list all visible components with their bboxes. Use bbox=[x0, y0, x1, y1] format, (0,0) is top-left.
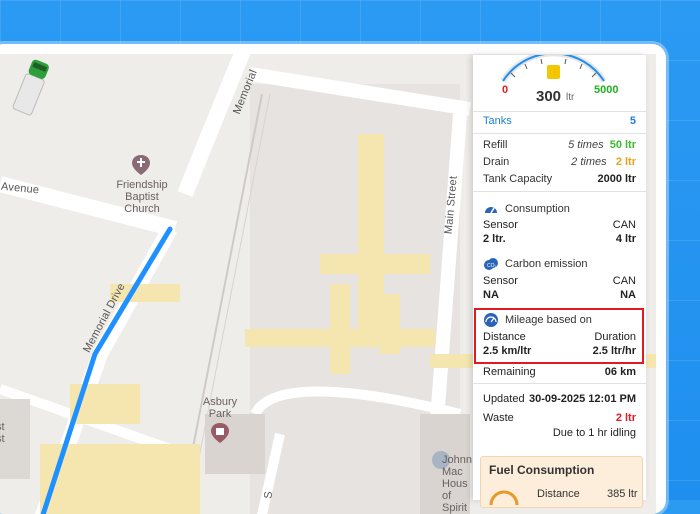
waste-note: Due to 1 hr idling bbox=[552, 427, 636, 439]
consumption-title: Consumption bbox=[483, 201, 570, 217]
carbon-labels: Sensor CAN bbox=[483, 275, 636, 287]
consumption-title-text: Consumption bbox=[505, 203, 570, 215]
mileage-title-text: Mileage based on bbox=[505, 314, 592, 326]
drain-row: Drain 2 times 2 ltr bbox=[483, 156, 636, 168]
fuel-card-gauge-icon bbox=[489, 490, 519, 505]
yellow-strip bbox=[320, 254, 430, 274]
svg-text:CO₂: CO₂ bbox=[487, 263, 497, 269]
waste-value: 2 ltr bbox=[615, 412, 636, 424]
remaining-label: Remaining bbox=[483, 366, 536, 378]
capacity-value: 2000 ltr bbox=[597, 173, 636, 185]
refill-row: Refill 5 times 50 ltr bbox=[483, 139, 636, 151]
remaining-value: 06 km bbox=[604, 366, 636, 378]
remaining-row: Remaining 06 km bbox=[483, 366, 636, 378]
divider bbox=[473, 383, 646, 384]
consumption-labels: Sensor CAN bbox=[483, 219, 636, 231]
fuel-card-distance-label: Distance bbox=[537, 488, 580, 500]
divider bbox=[473, 111, 646, 112]
street-label-bottom: S bbox=[262, 490, 276, 500]
tanks-row[interactable]: Tanks 5 bbox=[483, 115, 636, 127]
carbon-right-label: CAN bbox=[612, 275, 636, 287]
refill-amount: 50 ltr bbox=[609, 139, 636, 151]
gauge-max: 5000 bbox=[594, 84, 619, 96]
consumption-values: 2 ltr. 4 ltr bbox=[483, 233, 636, 245]
fuel-card-title: Fuel Consumption bbox=[489, 463, 595, 477]
consumption-right-label: CAN bbox=[612, 219, 636, 231]
drain-amount: 2 ltr bbox=[615, 156, 636, 168]
carbon-values: NA NA bbox=[483, 289, 636, 301]
capacity-row: Tank Capacity 2000 ltr bbox=[483, 173, 636, 185]
park-pin-icon[interactable] bbox=[209, 422, 231, 444]
refill-times: 5 times bbox=[568, 139, 604, 151]
tanks-value: 5 bbox=[629, 115, 636, 127]
church-label: Friendship Baptist Church bbox=[116, 179, 168, 215]
church-pin-icon[interactable] bbox=[130, 154, 152, 176]
mileage-right-label: Duration bbox=[594, 331, 636, 343]
mileage-title: Mileage based on bbox=[483, 312, 592, 328]
consumption-right-value: 4 ltr bbox=[615, 233, 636, 245]
fuel-pump-icon bbox=[547, 65, 560, 79]
mileage-labels: Distance Duration bbox=[483, 331, 636, 343]
speedometer-icon bbox=[485, 207, 497, 214]
park-label: Asbury Park bbox=[202, 396, 238, 420]
mileage-right-value: 2.5 ltr/hr bbox=[592, 345, 636, 357]
tanks-label[interactable]: Tanks bbox=[483, 115, 512, 127]
updated-label: Updated bbox=[483, 393, 525, 405]
fuel-consumption-card[interactable]: Fuel Consumption Distance 385 ltr bbox=[480, 456, 643, 508]
gauge-icon bbox=[484, 313, 498, 327]
fuel-card-distance-value: 385 ltr bbox=[607, 488, 638, 500]
yellow-strip bbox=[245, 329, 435, 347]
carbon-right-value: NA bbox=[620, 289, 636, 301]
memorial-road-top bbox=[177, 54, 251, 197]
truck-marker-icon[interactable] bbox=[0, 54, 64, 118]
drain-label: Drain bbox=[483, 156, 510, 168]
carbon-left-label: Sensor bbox=[483, 275, 518, 287]
mileage-values: 2.5 km/ltr 2.5 ltr/hr bbox=[483, 345, 636, 357]
consumption-left-label: Sensor bbox=[483, 219, 518, 231]
divider bbox=[473, 191, 646, 192]
carbon-left-value: NA bbox=[483, 289, 499, 301]
consumption-left-value: 2 ltr. bbox=[483, 233, 506, 245]
mileage-left-value: 2.5 km/ltr bbox=[483, 345, 532, 357]
mileage-left-label: Distance bbox=[483, 331, 526, 343]
left-poi-label: t st st bbox=[0, 421, 5, 445]
updated-value: 30-09-2025 12:01 PM bbox=[528, 393, 636, 405]
carbon-title-text: Carbon emission bbox=[505, 258, 588, 270]
waste-row: Waste 2 ltr bbox=[483, 412, 636, 424]
divider bbox=[473, 133, 646, 134]
gauge-unit: ltr bbox=[566, 92, 575, 103]
capacity-label: Tank Capacity bbox=[483, 173, 553, 185]
gauge-value: 300 bbox=[536, 88, 562, 105]
drain-times: 2 times bbox=[571, 156, 607, 168]
fuel-info-panel: 0 300 ltr 5000 Tanks 5 Refill 5 times 50… bbox=[473, 55, 646, 508]
updated-row: Updated 30-09-2025 12:01 PM bbox=[483, 393, 636, 405]
co2-cloud-icon: CO₂ bbox=[484, 258, 498, 270]
waste-label: Waste bbox=[483, 412, 514, 424]
refill-label: Refill bbox=[483, 139, 508, 151]
carbon-title: CO₂ Carbon emission bbox=[483, 256, 588, 272]
yellow-strip bbox=[380, 294, 400, 354]
waste-note-row: Due to 1 hr idling bbox=[483, 427, 636, 439]
gauge-min: 0 bbox=[502, 84, 509, 96]
